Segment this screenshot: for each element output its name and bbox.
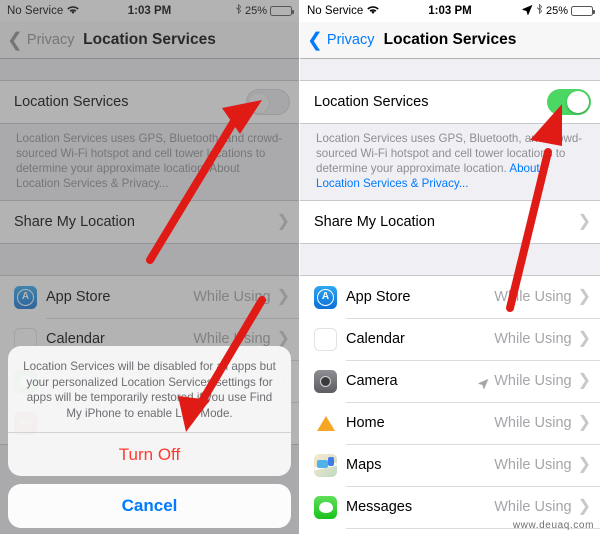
- wifi-icon: [367, 5, 379, 18]
- app-name: Calendar: [346, 331, 405, 347]
- messages-icon: [314, 495, 337, 519]
- camera-icon: [314, 369, 337, 393]
- carrier-label: No Service: [307, 5, 364, 17]
- comparison-screenshot: No Service 1:03 PM 25% ❮ Privacy Locatio…: [0, 0, 600, 534]
- location-services-master-row[interactable]: Location Services: [300, 81, 600, 123]
- chevron-right-icon: ❯: [577, 498, 591, 515]
- status-right-group: 25%: [522, 3, 595, 19]
- chevron-right-icon: ❯: [577, 330, 591, 347]
- app-row-app-store[interactable]: A App Store While Using ❯: [300, 276, 600, 318]
- app-name: Messages: [346, 499, 413, 515]
- app-name: Camera: [346, 373, 398, 389]
- app-list-right: A App Store While Using ❯ Calendar While…: [300, 275, 600, 534]
- maps-icon: [314, 453, 337, 477]
- chevron-right-icon: ❯: [577, 456, 591, 473]
- back-button-privacy[interactable]: ❮ Privacy: [300, 31, 374, 50]
- app-row-calendar[interactable]: Calendar While Using ❯: [300, 318, 600, 360]
- app-store-icon: A: [314, 285, 337, 309]
- app-row-maps[interactable]: Maps While Using ❯: [300, 444, 600, 486]
- bluetooth-icon: [536, 3, 543, 19]
- location-arrow-icon: [478, 376, 489, 389]
- location-services-label: Location Services: [314, 94, 429, 110]
- share-my-location-row[interactable]: Share My Location ❯: [300, 201, 600, 243]
- app-name: App Store: [346, 289, 411, 305]
- location-services-group-right: Location Services: [300, 80, 600, 124]
- location-services-footnote: Location Services uses GPS, Bluetooth, a…: [300, 124, 600, 200]
- turn-off-button[interactable]: Turn Off: [8, 432, 291, 476]
- turn-off-action-sheet: Location Services will be disabled for a…: [0, 346, 299, 528]
- section-gap: [300, 244, 600, 275]
- app-permission-value: While Using: [494, 499, 572, 515]
- share-location-group-right: Share My Location ❯: [300, 200, 600, 244]
- status-left-group: No Service: [307, 5, 379, 18]
- calendar-icon: [314, 327, 337, 351]
- home-icon: [314, 411, 337, 435]
- section-gap: [300, 59, 600, 80]
- location-arrow-icon: [522, 4, 533, 18]
- battery-percent: 25%: [545, 5, 568, 17]
- chevron-right-icon: ❯: [577, 288, 591, 305]
- nav-bar-right: ❮ Privacy Location Services: [300, 22, 600, 59]
- chevron-left-icon: ❮: [307, 29, 323, 51]
- chevron-right-icon: ❯: [577, 414, 591, 431]
- share-my-location-label: Share My Location: [314, 214, 435, 230]
- chevron-right-icon: ❯: [577, 372, 591, 389]
- battery-icon: [571, 6, 595, 16]
- phone-screen-right: No Service 1:03 PM 25% ❮ Privacy Locatio…: [300, 0, 600, 534]
- chevron-right-icon: ❯: [577, 213, 591, 230]
- footnote-text: Location Services uses GPS, Bluetooth, a…: [316, 132, 583, 175]
- status-bar-right: No Service 1:03 PM 25%: [300, 0, 600, 22]
- app-row-home[interactable]: Home While Using ❯: [300, 402, 600, 444]
- phone-screen-left: No Service 1:03 PM 25% ❮ Privacy Locatio…: [0, 0, 300, 534]
- cancel-button[interactable]: Cancel: [8, 484, 291, 528]
- back-button-label: Privacy: [326, 32, 375, 48]
- app-name: Maps: [346, 457, 382, 473]
- action-sheet-main: Location Services will be disabled for a…: [8, 346, 291, 476]
- app-row-camera[interactable]: Camera While Using ❯: [300, 360, 600, 402]
- app-name: Home: [346, 415, 385, 431]
- action-sheet-message: Location Services will be disabled for a…: [23, 360, 276, 420]
- app-permission-value: While Using: [494, 373, 572, 389]
- app-permission-value: While Using: [494, 331, 572, 347]
- watermark: www.deuaq.com: [512, 520, 594, 531]
- app-permission-value: While Using: [494, 457, 572, 473]
- location-services-toggle[interactable]: [547, 89, 591, 115]
- app-permission-value: While Using: [494, 289, 572, 305]
- app-permission-value: While Using: [494, 415, 572, 431]
